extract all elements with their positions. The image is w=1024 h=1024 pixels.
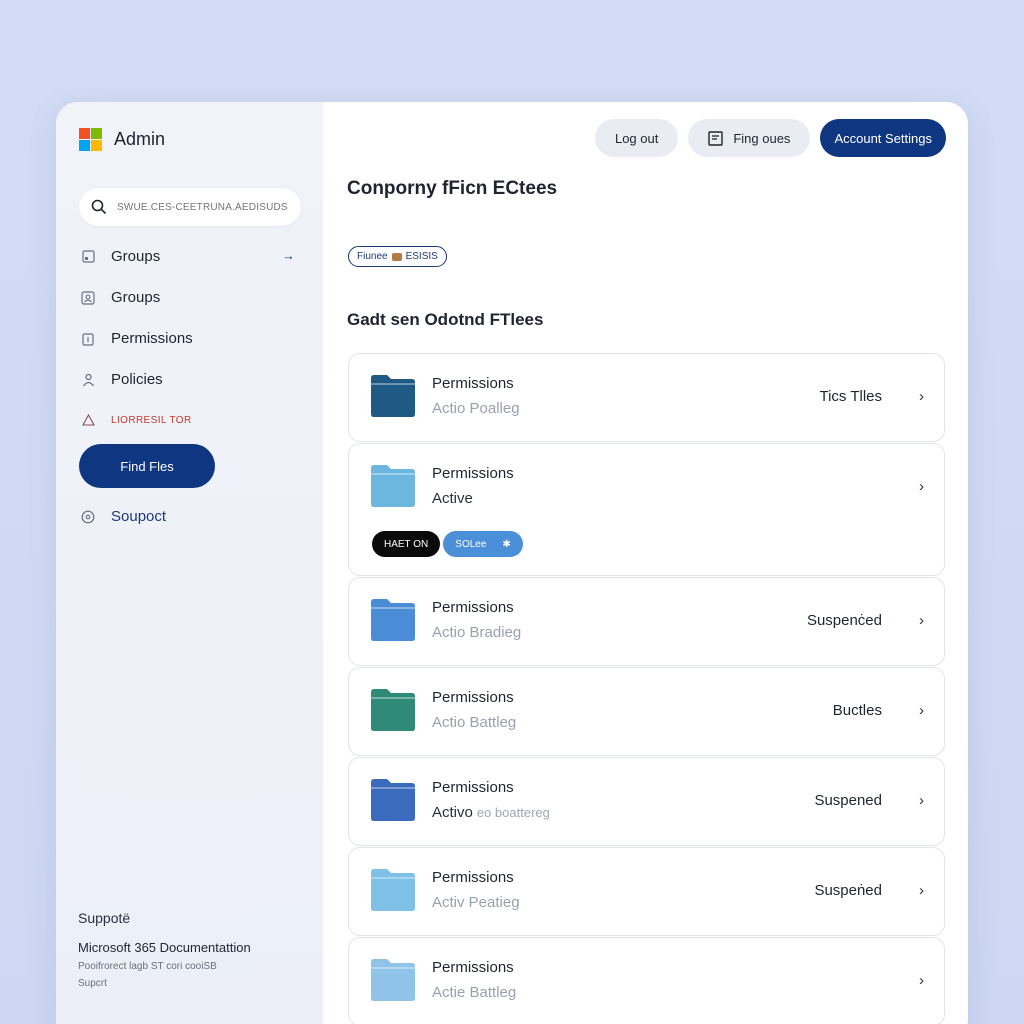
folder-icon bbox=[371, 689, 415, 731]
sidebar-item-groups-secondary[interactable]: Groups bbox=[56, 277, 323, 318]
support-link[interactable]: Supcrt bbox=[78, 978, 251, 989]
item-sub-extra: eo boattereg bbox=[476, 805, 550, 820]
sidebar-item-label: Policies bbox=[111, 371, 163, 388]
documentation-link[interactable]: Microsoft 365 Documentattion bbox=[78, 940, 251, 955]
item-name: Permissions bbox=[432, 959, 514, 976]
chevron-right-icon[interactable]: › bbox=[919, 792, 924, 809]
badge-black[interactable]: HAET ON bbox=[372, 531, 441, 557]
tag-suffix: ESISIS bbox=[405, 251, 438, 262]
item-name: Permissions bbox=[432, 465, 514, 482]
sidebar-item-groups[interactable]: Groups → bbox=[56, 236, 323, 277]
account-settings-button[interactable]: Account Settings bbox=[820, 119, 946, 157]
list-item[interactable]: Permissions Actio Poalleg Tics Tlles › bbox=[348, 353, 945, 442]
tag-avatar-icon bbox=[391, 252, 402, 261]
item-name: Permissions bbox=[432, 599, 514, 616]
search-box[interactable] bbox=[79, 188, 301, 226]
top-bar: Log out Fing oues Account Settings bbox=[594, 119, 946, 157]
file-list: Permissions Actio Poalleg Tics Tlles › P… bbox=[348, 353, 945, 1024]
list-item[interactable]: Permissions Actie Battleg › bbox=[348, 937, 945, 1024]
item-sub: Activ Peatieg bbox=[432, 894, 520, 911]
item-status: Tics Tlles bbox=[819, 388, 882, 405]
sidebar-item-permissions[interactable]: Permissions bbox=[56, 318, 323, 359]
help-icon bbox=[81, 510, 95, 524]
sidebar-item-label: Groups bbox=[111, 248, 161, 265]
list-item[interactable]: Permissions Activo eo boattereg Suspened … bbox=[348, 757, 945, 846]
sidebar-item-label: Groups bbox=[111, 289, 161, 306]
item-sub: Actio Battleg bbox=[432, 714, 517, 731]
chevron-right-icon[interactable]: › bbox=[919, 478, 924, 495]
list-item[interactable]: Permissions Actio Battleg Buctles › bbox=[348, 667, 945, 756]
sidebar-footer: Suppotë Microsoft 365 Documentattion Poo… bbox=[78, 910, 251, 995]
search-icon bbox=[91, 199, 107, 215]
item-sub-main: Activo bbox=[432, 804, 473, 821]
chevron-right-icon[interactable]: › bbox=[919, 702, 924, 719]
brand: Admin bbox=[56, 124, 323, 154]
chevron-right-icon[interactable]: › bbox=[919, 612, 924, 629]
item-sub: Actie Battleg bbox=[432, 984, 517, 1001]
sidebar-nav: Groups → Groups Permissions Policies LIO… bbox=[56, 236, 323, 537]
footer-heading: Suppotë bbox=[78, 910, 131, 926]
item-name: Permissions bbox=[432, 779, 514, 796]
folder-icon bbox=[371, 599, 415, 641]
list-item[interactable]: Permissions Active › HAET ON SOLee ✱ bbox=[348, 443, 945, 576]
badge-blue-label: SOLee bbox=[455, 538, 487, 550]
item-sub: Activo eo boattereg bbox=[432, 804, 550, 821]
main-panel: Log out Fing oues Account Settings Conpo… bbox=[323, 102, 968, 1024]
find-files-button[interactable]: Find Fles bbox=[79, 444, 215, 488]
folder-icon bbox=[371, 375, 415, 417]
gear-icon: ✱ bbox=[502, 538, 511, 550]
list-item[interactable]: Permissions Actio Bradieg Suspenċed › bbox=[348, 577, 945, 666]
badge-group: HAET ON SOLee ✱ bbox=[372, 531, 523, 557]
app-window: Admin Groups → Groups bbox=[56, 102, 968, 1024]
item-name: Permissions bbox=[432, 869, 514, 886]
user-group-icon bbox=[81, 290, 95, 305]
item-status: Suspeṅed bbox=[814, 882, 882, 899]
item-sub: Actio Poalleg bbox=[432, 400, 520, 417]
folder-icon bbox=[371, 465, 415, 507]
sidebar-item-label: LIORRESIL TOR bbox=[111, 414, 192, 426]
logout-button[interactable]: Log out bbox=[594, 119, 679, 157]
tag-label: Fiunee bbox=[357, 251, 388, 262]
folder-icon bbox=[371, 779, 415, 821]
item-status: Buctles bbox=[832, 702, 882, 719]
group-icon bbox=[81, 250, 95, 264]
sidebar-item-support[interactable]: Soupoct bbox=[56, 496, 323, 537]
item-name: Permissions bbox=[432, 375, 514, 392]
list-item[interactable]: Permissions Activ Peatieg Suspeṅed › bbox=[348, 847, 945, 936]
sidebar-item-policies[interactable]: Policies bbox=[56, 359, 323, 400]
search-input[interactable] bbox=[117, 201, 297, 213]
sidebar-item-label: Permissions bbox=[111, 330, 193, 347]
lock-icon bbox=[81, 332, 95, 346]
page-title: Conporny fFicn ECtees bbox=[347, 178, 558, 199]
find-button[interactable]: Fing oues bbox=[688, 119, 811, 157]
footer-line: Pooifrorect lagb ST cori cooiSB bbox=[78, 961, 217, 972]
chevron-right-icon[interactable]: › bbox=[919, 882, 924, 899]
app-title: Admin bbox=[114, 128, 166, 149]
item-status: Suspenċed bbox=[806, 612, 882, 629]
document-icon bbox=[708, 130, 724, 146]
microsoft-logo-icon bbox=[79, 127, 102, 151]
sidebar: Admin Groups → Groups bbox=[56, 102, 323, 1024]
find-button-label: Fing oues bbox=[733, 130, 791, 146]
chevron-right-icon[interactable]: › bbox=[919, 972, 924, 989]
section-title: Gadt sen Odotnd FTlees bbox=[347, 310, 544, 329]
sidebar-item-label: Soupoct bbox=[111, 508, 167, 525]
arrow-right-icon: → bbox=[282, 248, 295, 263]
filter-tag[interactable]: Fiunee ESISIS bbox=[348, 246, 447, 267]
badge-blue[interactable]: SOLee ✱ bbox=[443, 531, 523, 557]
warning-icon bbox=[81, 413, 95, 427]
person-icon bbox=[81, 373, 95, 387]
folder-icon bbox=[371, 869, 415, 911]
item-status: Suspened bbox=[814, 792, 882, 809]
item-name: Permissions bbox=[432, 689, 514, 706]
item-sub: Actio Bradieg bbox=[432, 624, 522, 641]
folder-icon bbox=[371, 959, 415, 1001]
chevron-right-icon[interactable]: › bbox=[919, 388, 924, 405]
sidebar-item-warning[interactable]: LIORRESIL TOR bbox=[56, 400, 323, 440]
item-sub: Active bbox=[432, 490, 473, 507]
